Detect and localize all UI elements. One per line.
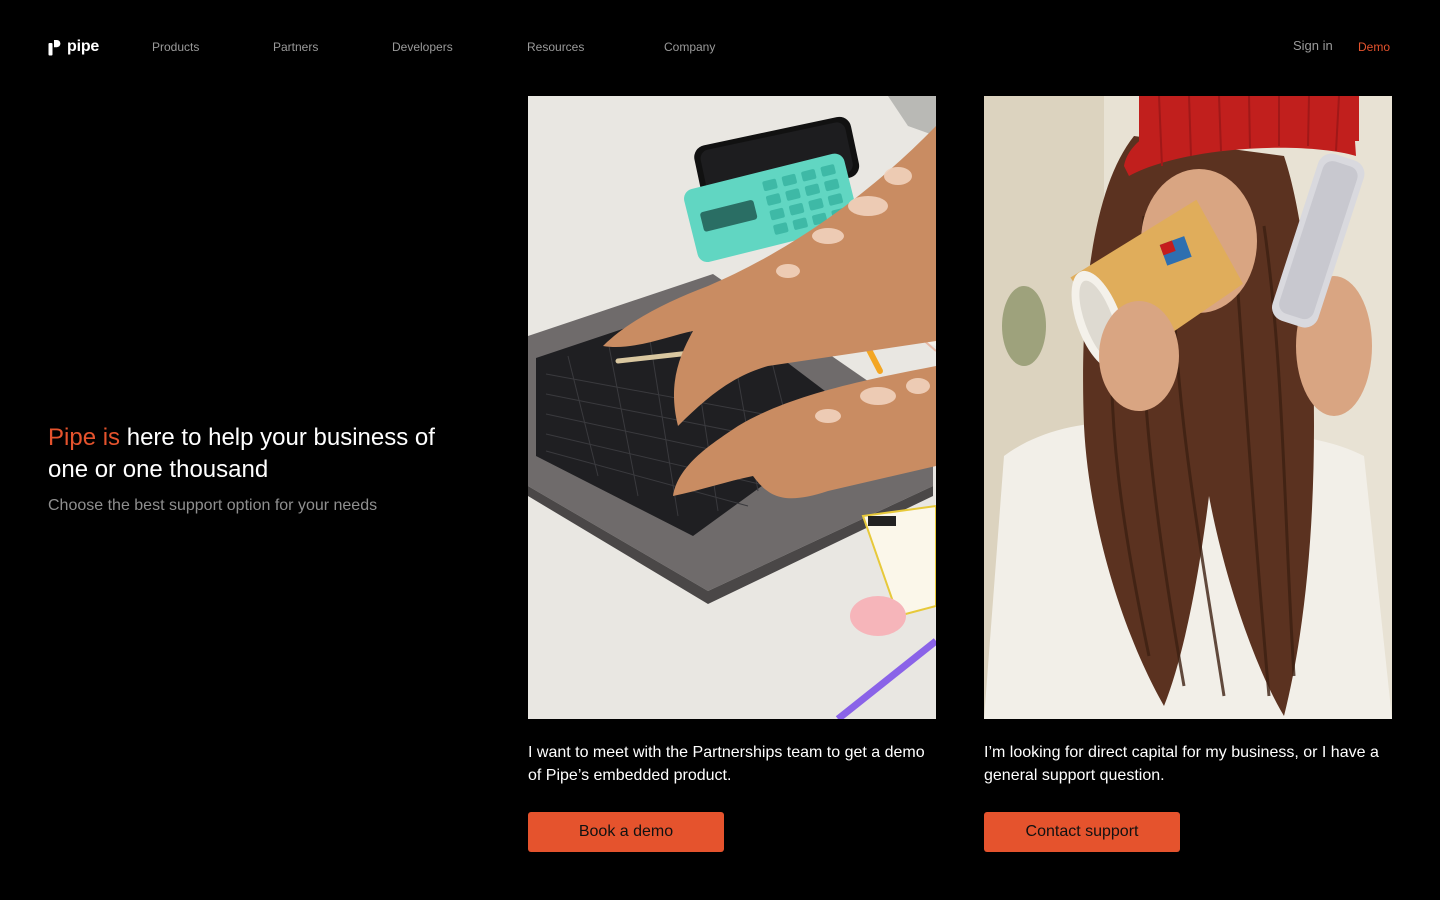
primary-nav: Products Partners Developers Resources C… [0,38,1440,56]
nav-item-resources[interactable]: Resources [527,38,584,56]
demo-link[interactable]: Demo [1358,38,1390,56]
hero-subtitle: Choose the best support option for your … [48,497,378,514]
card-description: I’m looking for direct capital for my bu… [984,744,1379,784]
support-card-contact: I’m looking for direct capital for my bu… [984,96,1392,852]
photo-hands-typing-laptop [528,96,936,719]
nav-item-company[interactable]: Company [664,38,715,56]
nav-item-developers[interactable]: Developers [392,38,453,56]
hero-section: Pipe is here to help your business of on… [48,422,478,517]
card-description: I want to meet with the Partnerships tea… [528,744,925,784]
hero-title-accent: Pipe is [48,424,121,451]
photo-woman-drinking-coffee-phone [984,96,1392,719]
sign-in-link[interactable]: Sign in [1293,37,1333,55]
top-navigation: pipe Products Partners Developers Resour… [0,0,1440,94]
book-demo-button[interactable]: Book a demo [528,812,724,852]
hero-title: Pipe is here to help your business of on… [48,422,478,486]
support-card-demo: I want to meet with the Partnerships tea… [528,96,936,852]
nav-item-partners[interactable]: Partners [273,38,318,56]
contact-support-button[interactable]: Contact support [984,812,1180,852]
nav-item-products[interactable]: Products [152,38,199,56]
